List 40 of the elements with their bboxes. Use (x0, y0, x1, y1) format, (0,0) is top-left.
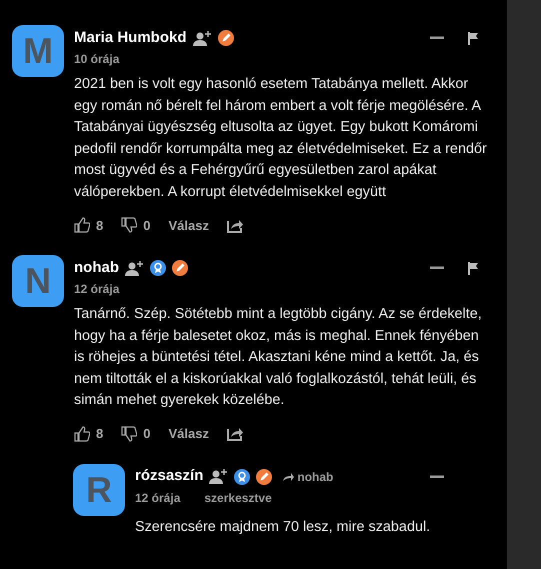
dislike-button[interactable]: 0 (121, 424, 150, 444)
share-icon[interactable] (226, 218, 243, 233)
thumbs-down-icon (121, 426, 138, 442)
username[interactable]: Maria Humbokd (74, 26, 187, 50)
add-user-icon[interactable] (192, 30, 212, 46)
comment-text: Tanárnő. Szép. Sötétebb mint a legtöbb cigány. Az se érdekelte, hogy ha a férje balesetet okoz, más is meghal. Ennek fényében is röhejes a büntetési tétel. Akasztani kéne mind a kettőt. Ja, és nem tiltották el a kiskorúakkal való foglalkozástól, tehát leüli, és simán mehet gyerekek közelébe. (74, 305, 483, 410)
username[interactable]: rózsaszín (135, 465, 204, 488)
timestamp: 10 órája (74, 51, 120, 68)
reply-to-link[interactable]: nohab (282, 468, 334, 486)
collapse-icon[interactable] (430, 474, 444, 479)
pencil-icon (172, 260, 188, 276)
dislike-button[interactable]: 0 (121, 216, 150, 236)
timestamp: 12 órája (135, 490, 180, 507)
timestamp: 12 órája (74, 281, 120, 298)
share-icon[interactable] (226, 426, 243, 442)
add-user-icon[interactable] (209, 468, 228, 486)
avatar: M (12, 25, 64, 77)
reply-button[interactable]: Válasz (168, 216, 209, 236)
comment-text: 2021 ben is volt egy hasonló esetem Tatabánya mellett. Akkor egy román nő bérelt fel három embert a volt férje megölésére. A Tatabányai ügyészség eltusolta az ügyet. Egy bukott Komáromi pedofil rendőr korrumpálta meg az életvédelmiseket. Ez a rendőr most ügyvéd és a Fehérgyűrű egyesületben zarol apákat válóperekben. A korrupt életvédelmisekkel együtt (74, 75, 488, 202)
username[interactable]: nohab (74, 256, 119, 280)
add-user-icon[interactable] (125, 260, 144, 277)
edited-label: szerkesztve (204, 490, 272, 507)
like-button[interactable]: 8 (74, 424, 104, 444)
ribbon-icon (150, 260, 166, 276)
flag-icon[interactable] (468, 262, 479, 275)
avatar: R (73, 464, 125, 516)
flag-icon[interactable] (468, 32, 479, 44)
collapse-icon[interactable] (430, 266, 444, 270)
pencil-icon (256, 468, 272, 485)
avatar: N (12, 255, 64, 308)
collapse-icon[interactable] (430, 36, 444, 40)
ribbon-icon (234, 468, 250, 485)
reply-arrow-icon (282, 472, 294, 482)
comment-text: Szerencsére majdnem 70 lesz, mire szabadul. (135, 518, 432, 537)
thumbs-up-icon (74, 426, 90, 442)
reply-button[interactable]: Válasz (168, 424, 209, 444)
thumbs-up-icon (74, 217, 90, 234)
like-button[interactable]: 8 (74, 216, 104, 236)
pencil-icon (218, 30, 234, 46)
thumbs-down-icon (121, 217, 138, 234)
